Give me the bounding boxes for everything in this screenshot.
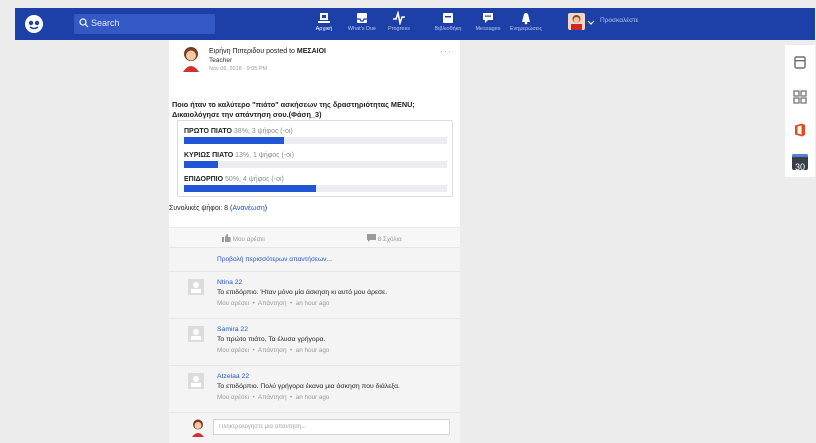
poll-option[interactable]: ΚΥΡΙΩΣ ΠΙΑΤΟ 13%, 1 ψήφος (-οι) [184,152,447,168]
comment-meta: Μου αρέσει • Απάντηση • an hour ago [217,347,330,354]
poll-option-label: ΕΠΙΔΟΡΠΙΟ [184,176,224,183]
comment-item: Ntina 22 Το επιδόρπιο. Ήταν μόνο μία άσκ… [169,271,460,318]
post-author[interactable]: Ειρήνη Πιπεριδου [209,48,264,55]
progress-icon [393,11,405,25]
poll-total-label: Συνολικές ψήφοι: 8 [169,205,229,212]
calendar-icon[interactable]: 30 [792,154,808,172]
backpack-icon[interactable] [792,54,808,70]
comment-time: an hour ago [295,394,330,401]
search-input[interactable]: Search [74,14,215,34]
poll-bar-fill [184,137,284,144]
top-navigation-bar: Search Αρχική What's Due Progress Βιβλιο… [15,8,815,40]
messages-icon [483,13,493,23]
apps-grid-icon[interactable] [792,89,808,105]
poll-option-meta: 50%, 4 ψήφος (-οι) [225,176,284,183]
comment-item: Samira 22 Το πρώτο πιάτο, Τα έλυσα γρήγο… [169,318,460,365]
poll-question: Ποιο ήταν το καλύτερο "πιάτο" ασκήσεων τ… [172,100,415,119]
current-user-avatar [191,419,205,437]
poll-bar-fill [184,185,316,192]
comment-reply-link[interactable]: Απάντηση [258,394,287,401]
comment-reply-link[interactable]: Απάντηση [258,300,287,307]
comment-like-link[interactable]: Μου αρέσει [217,347,249,354]
refresh-link[interactable]: Ανανέωση [232,205,264,212]
post-actions: Μου αρέσει 8 Σχόλια [169,227,460,247]
author-avatar[interactable] [181,46,201,72]
post-header: Ειρήνη Πιπεριδου posted to ΜΕΣΑΙΟΙ Teach… [209,47,326,74]
comment-like-link[interactable]: Μου αρέσει [217,394,249,401]
comment-time: an hour ago [295,300,330,307]
nav-notifications-label: Ενημερώσεις [509,26,543,32]
comment-author[interactable]: Atzelaa 22 [217,373,249,380]
poll-bar-track [184,185,447,192]
comment-text: Το επιδόρπιο. Πολύ γρήγορα έκανα μια άσκ… [217,383,400,390]
home-icon [318,13,330,23]
comment-text: Το πρώτο πιάτο, Τα έλυσα γρήγορα. [217,336,326,343]
inbox-icon [357,13,367,23]
comment-like-link[interactable]: Μου αρέσει [217,300,249,307]
post-options-menu[interactable]: ··· [440,46,452,56]
search-icon [79,18,89,28]
notifications-icon [522,13,530,25]
schoology-logo-icon[interactable] [23,13,45,35]
comment-reply-link[interactable]: Απάντηση [258,347,287,354]
nav-progress-label: Progress [387,26,410,32]
poll-results: ΠΡΩΤΟ ΠΙΑΤΟ 38%, 3 ψήφος (-οι) ΚΥΡΙΩΣ ΠΙ… [177,120,453,197]
comment-item: Atzelaa 22 Το επιδόρπιο. Πολύ γρήγορα έκ… [169,365,460,412]
comment-avatar[interactable] [188,326,204,342]
comment-avatar[interactable] [188,279,204,295]
comment-avatar[interactable] [188,373,204,389]
comment-meta: Μου αρέσει • Απάντηση • an hour ago [217,394,330,401]
poll-option[interactable]: ΠΡΩΤΟ ΠΙΑΤΟ 38%, 3 ψήφος (-οι) [184,128,447,144]
posted-to-text: posted to [266,48,295,55]
comment-icon [367,234,376,242]
comment-author[interactable]: Samira 22 [217,326,248,333]
author-role: Teacher [209,57,233,64]
post-group[interactable]: ΜΕΣΑΙΟΙ [297,48,326,55]
more-replies-bar: Προβολή περισσότερων απαντήσεων... [169,247,460,271]
like-label: Μου αρέσει [232,236,265,243]
view-more-replies-link[interactable]: Προβολή περισσότερων απαντήσεων... [217,256,332,263]
comment-text: Το επιδόρπιο. Ήταν μόνο μία άσκηση κι αυ… [217,289,388,296]
comment-meta: Μου αρέσει • Απάντηση • an hour ago [217,300,330,307]
poll-total: Συνολικές ψήφοι: 8 (Ανανέωση) [169,205,268,212]
chevron-down-icon[interactable] [587,20,595,26]
right-quick-rail: 30 [785,45,815,177]
poll-option[interactable]: ΕΠΙΔΟΡΠΙΟ 50%, 4 ψήφος (-οι) [184,176,447,192]
search-placeholder: Search [91,18,120,28]
poll-option-meta: 13%, 1 ψήφος (-οι) [235,152,294,159]
poll-bar-fill [184,161,219,168]
reply-input[interactable] [213,419,450,435]
library-icon [443,13,453,23]
user-name[interactable]: Προσκαλέστε [600,17,639,24]
like-button[interactable]: Μου αρέσει [222,234,265,243]
office-icon[interactable] [792,122,808,138]
comment-time: an hour ago [295,347,330,354]
comment-author[interactable]: Ntina 22 [217,279,242,286]
reply-bar [169,412,460,443]
nav-progress[interactable]: Progress [372,11,426,39]
user-avatar[interactable] [568,13,585,30]
poll-option-label: ΠΡΩΤΟ ΠΙΑΤΟ [184,128,232,135]
poll-option-label: ΚΥΡΙΩΣ ΠΙΑΤΟ [184,152,234,159]
nav-notifications[interactable]: Ενημερώσεις [499,11,553,39]
poll-bar-track [184,137,447,144]
poll-bar-track [184,161,447,168]
poll-post-card: Ειρήνη Πιπεριδου posted to ΜΕΣΑΙΟΙ Teach… [169,40,460,443]
comments-count-label: 8 Σχόλια [377,236,402,243]
post-date: Nov 06, 2018 · 9:05 PM [209,66,268,72]
thumbs-up-icon [222,234,231,242]
comments-count-button[interactable]: 8 Σχόλια [367,234,402,243]
calendar-day: 30 [794,162,805,172]
poll-option-meta: 38%, 3 ψήφος (-οι) [233,128,293,135]
